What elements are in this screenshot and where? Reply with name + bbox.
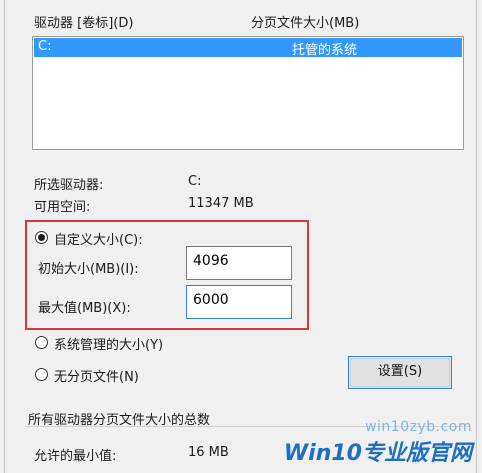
list-row-size: 托管的系统 [292, 43, 358, 58]
watermark-brand: Win10 [283, 441, 362, 466]
initial-size-label: 初始大小(MB)(I): [38, 262, 139, 277]
min-allowed-label: 允许的最小值: [34, 449, 117, 464]
selected-drive-value: C: [188, 174, 202, 189]
system-managed-label[interactable]: 系统管理的大小(Y) [54, 334, 163, 353]
min-allowed-value: 16 MB [188, 445, 229, 460]
max-size-field[interactable]: 6000 [186, 285, 292, 319]
site-watermark: win10zyb.com Win10专业版官网 [284, 419, 472, 467]
initial-size-field[interactable]: 4096 [186, 246, 292, 280]
watermark-brand-sub: 专业版官网 [361, 441, 472, 466]
column-header-drive[interactable]: 驱动器 [卷标](D) [34, 12, 133, 31]
list-row-drive: C: [38, 39, 52, 54]
dialog-left-border [4, 0, 5, 473]
system-managed-radio[interactable] [35, 336, 48, 349]
set-button-label: 设置(S) [377, 364, 423, 379]
free-space-label: 可用空间: [34, 200, 91, 215]
max-size-label: 最大值(MB)(X): [38, 301, 131, 316]
selected-drive-label: 所选驱动器: [34, 178, 104, 193]
no-paging-file-radio[interactable] [35, 368, 48, 381]
column-header-size[interactable]: 分页文件大小(MB) [251, 12, 359, 31]
drive-listbox[interactable]: C: 托管的系统 [32, 36, 464, 150]
set-button[interactable]: 设置(S) [348, 356, 452, 389]
list-row-c-drive[interactable]: C: 托管的系统 [34, 38, 462, 58]
custom-size-radio[interactable] [35, 231, 48, 244]
no-paging-file-label[interactable]: 无分页文件(N) [54, 366, 139, 385]
free-space-value: 11347 MB [188, 196, 254, 211]
watermark-url: win10zyb.com [365, 419, 472, 435]
dialog-right-border [476, 0, 477, 473]
watermark-brand-line: Win10专业版官网 [284, 435, 472, 467]
custom-size-label[interactable]: 自定义大小(C): [54, 229, 143, 248]
